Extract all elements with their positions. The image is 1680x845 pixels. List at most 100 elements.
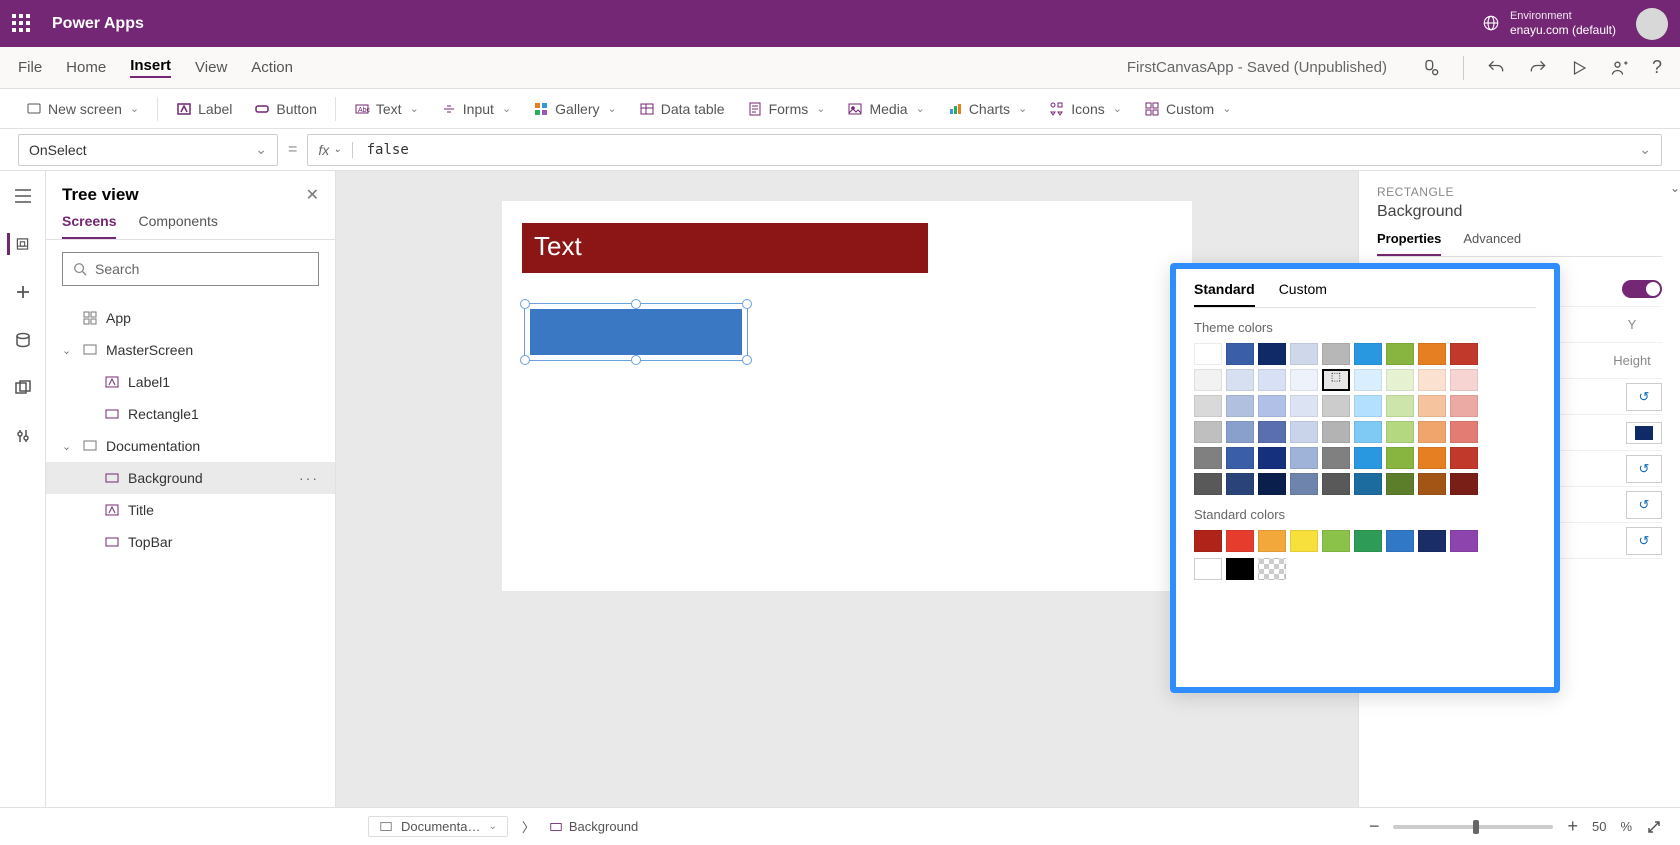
data-icon[interactable] [12,329,34,351]
help-icon[interactable]: ? [1652,57,1662,78]
share-icon[interactable] [1610,58,1630,78]
color-swatch[interactable] [1258,447,1286,469]
color-swatch[interactable] [1418,473,1446,495]
color-swatch[interactable] [1322,447,1350,469]
collapse-icon[interactable]: ⌄ [1670,181,1680,195]
color-swatch[interactable] [1450,473,1478,495]
insert-custom-button[interactable]: Custom [1136,97,1239,121]
insert-forms-button[interactable]: Forms [739,97,834,121]
color-swatch[interactable] [1322,473,1350,495]
tree-item-background[interactable]: Background··· [46,462,335,494]
menu-insert[interactable]: Insert [130,57,171,78]
color-swatch[interactable] [1386,369,1414,391]
visible-toggle[interactable] [1622,280,1662,298]
insert-text-button[interactable]: AbcText [346,97,427,121]
insert-icon[interactable] [12,281,34,303]
canvas-stage[interactable]: Text [502,201,1192,591]
tab-components[interactable]: Components [138,213,217,239]
reset-icon[interactable]: ↺ [1626,383,1662,411]
property-selector[interactable]: OnSelect ⌄ [18,134,278,166]
fit-icon[interactable] [1646,819,1662,835]
color-swatch[interactable] [1194,395,1222,417]
color-swatch[interactable] [1258,343,1286,365]
color-swatch[interactable] [1450,447,1478,469]
zoom-out-button[interactable]: − [1369,816,1380,837]
canvas-text-label[interactable]: Text [522,223,928,273]
color-swatch[interactable] [1258,473,1286,495]
zoom-slider[interactable] [1393,825,1553,829]
color-swatch[interactable] [1258,395,1286,417]
color-swatch[interactable] [1386,421,1414,443]
color-swatch[interactable] [1258,421,1286,443]
tree-item-masterscreen[interactable]: ⌄MasterScreen [46,334,335,366]
color-swatch[interactable] [1258,369,1286,391]
color-swatch[interactable] [1354,473,1382,495]
redo-icon[interactable] [1528,58,1548,78]
tree-item-app[interactable]: App [46,302,335,334]
new-screen-button[interactable]: New screen [18,97,147,121]
color-swatch[interactable] [1194,421,1222,443]
color-swatch[interactable] [1354,395,1382,417]
color-swatch[interactable] [1322,421,1350,443]
color-swatch[interactable] [1354,447,1382,469]
menu-home[interactable]: Home [66,59,106,76]
reset-icon[interactable]: ↺ [1626,527,1662,555]
color-swatch[interactable] [1258,530,1286,552]
ptab-properties[interactable]: Properties [1377,231,1441,256]
insert-gallery-button[interactable]: Gallery [525,97,625,121]
color-swatch[interactable] [1194,369,1222,391]
color-swatch[interactable] [1226,447,1254,469]
play-icon[interactable] [1570,59,1588,77]
color-swatch[interactable] [1450,343,1478,365]
insert-charts-button[interactable]: Charts [939,97,1035,121]
color-swatch[interactable] [1322,395,1350,417]
color-swatch[interactable] [1290,343,1318,365]
zoom-in-button[interactable]: + [1567,816,1578,837]
color-swatch[interactable] [1194,447,1222,469]
color-swatch[interactable] [1386,447,1414,469]
color-swatch[interactable] [1386,530,1414,552]
insert-media-button[interactable]: Media [839,97,932,121]
color-swatch[interactable] [1322,343,1350,365]
app-checker-icon[interactable] [1421,58,1441,78]
app-launcher-icon[interactable] [12,14,32,34]
color-swatch[interactable] [1194,558,1222,580]
menu-view[interactable]: View [195,59,227,76]
color-swatch[interactable] [1290,447,1318,469]
color-swatch[interactable] [1418,447,1446,469]
color-swatch[interactable] [1450,421,1478,443]
color-swatch[interactable] [1194,343,1222,365]
formula-expand-icon[interactable]: ⌄ [1629,141,1661,158]
color-swatch[interactable] [1226,369,1254,391]
color-swatch[interactable] [1354,369,1382,391]
tree-view-icon[interactable] [7,233,29,255]
color-swatch[interactable] [1354,530,1382,552]
color-swatch[interactable] [1386,395,1414,417]
color-swatch[interactable] [1450,395,1478,417]
color-swatch[interactable] [1418,343,1446,365]
environment-picker[interactable]: Environment enayu.com (default) [1482,10,1616,38]
formula-input[interactable]: fx ⌄ false ⌄ [307,134,1662,166]
picker-tab-custom[interactable]: Custom [1279,281,1327,307]
insert-icons-button[interactable]: Icons [1041,97,1130,121]
color-swatch[interactable] [1226,395,1254,417]
color-swatch[interactable] [1290,530,1318,552]
more-icon[interactable]: ··· [299,470,319,486]
color-swatch[interactable] [1418,369,1446,391]
ptab-advanced[interactable]: Advanced [1463,231,1521,256]
color-swatch[interactable] [1226,343,1254,365]
tree-item-topbar[interactable]: TopBar [46,526,335,558]
color-swatch[interactable] [1418,395,1446,417]
color-swatch[interactable] [1226,530,1254,552]
breadcrumb-control[interactable]: Background [549,819,638,834]
color-swatch[interactable] [1226,421,1254,443]
color-swatch[interactable] [1290,421,1318,443]
insert-button-button[interactable]: Button [246,97,324,121]
color-swatch[interactable] [1258,558,1286,580]
color-swatch[interactable] [1386,343,1414,365]
color-swatch[interactable] [1354,343,1382,365]
hamburger-icon[interactable] [12,185,34,207]
color-swatch[interactable] [1194,473,1222,495]
search-input[interactable]: Search [62,252,319,286]
tree-item-title[interactable]: Title [46,494,335,526]
